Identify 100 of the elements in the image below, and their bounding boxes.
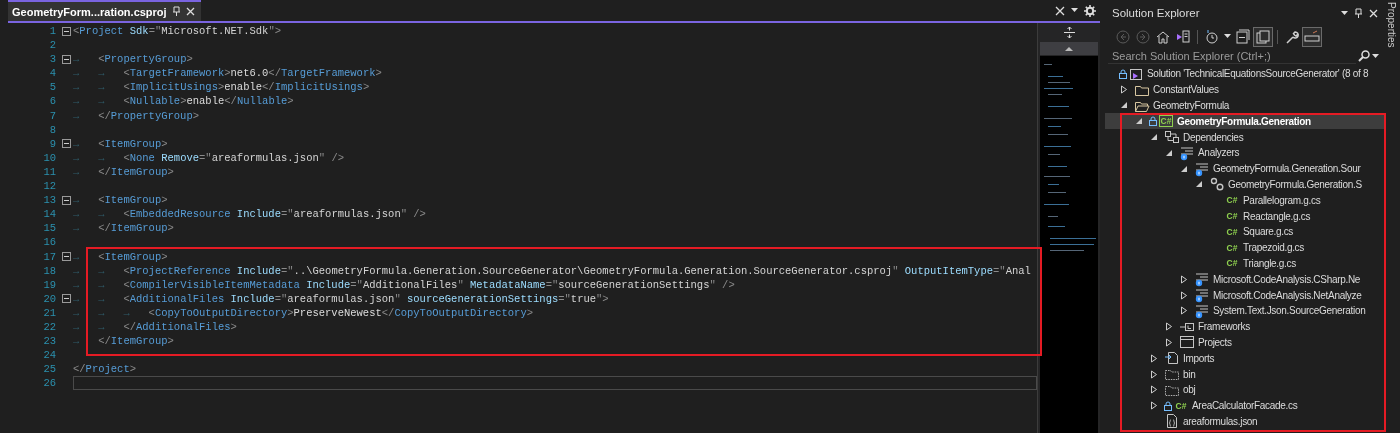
expanded-arrow-icon[interactable] <box>1195 180 1203 189</box>
line-number: 17 <box>42 249 56 264</box>
analyzer-icon <box>1194 287 1210 304</box>
dropdown-caret-icon[interactable] <box>1372 53 1379 59</box>
line-number: 2 <box>48 38 56 53</box>
split-window-icon[interactable] <box>1063 26 1075 38</box>
collapsed-arrow-icon[interactable] <box>1150 353 1158 363</box>
csharp-icon: C# <box>1158 115 1174 128</box>
code-line: → → <TargetFramework>net6.0</TargetFramework> <box>73 66 383 81</box>
csharp-icon: C# <box>1174 400 1188 411</box>
collapse-all-icon[interactable] <box>1234 27 1252 46</box>
properties-tab[interactable]: Properties <box>1386 0 1397 48</box>
tree-item[interactable]: Microsoft.CodeAnalysis.NetAnalyze <box>1105 287 1386 303</box>
expanded-arrow-icon[interactable] <box>1180 164 1188 173</box>
csharp-icon: C# <box>1225 226 1239 237</box>
expanded-arrow-icon[interactable] <box>1120 101 1128 110</box>
expanded-arrow-icon[interactable] <box>1150 133 1158 142</box>
line-number: 19 <box>42 277 56 292</box>
collapsed-arrow-icon[interactable] <box>1150 401 1158 411</box>
tree-item[interactable]: obj <box>1105 381 1386 398</box>
line-number: 8 <box>48 122 56 137</box>
close-icon[interactable] <box>185 7 195 16</box>
line-number: 11 <box>42 164 56 180</box>
collapse-icon[interactable] <box>62 252 71 262</box>
gears-icon <box>1209 176 1225 193</box>
code-line: → </PropertyGroup> <box>73 108 201 123</box>
analyzer-icon <box>1194 302 1210 319</box>
tree-item[interactable]: Solution 'TechnicalEquationsSourceGenerator' (8 of 8 <box>1105 66 1386 82</box>
analyzer-icon <box>1194 160 1210 177</box>
code-line: → </ItemGroup> <box>73 221 175 236</box>
line-number: 7 <box>48 108 56 123</box>
pin-icon[interactable] <box>1354 7 1363 19</box>
collapse-icon[interactable] <box>62 139 71 149</box>
tree-item[interactable]: Dependencies <box>1105 129 1386 145</box>
pin-icon[interactable] <box>171 6 181 17</box>
clock-icon[interactable] <box>1203 27 1221 46</box>
import-file-icon <box>1164 350 1180 367</box>
tree-item[interactable]: GeometryFormula.Generation.Sour <box>1105 160 1386 177</box>
collapse-icon[interactable] <box>62 195 71 205</box>
collapsed-arrow-icon[interactable] <box>1165 337 1173 347</box>
tree-item[interactable]: bin <box>1105 366 1386 382</box>
code-line: → </ItemGroup> <box>73 164 175 180</box>
tree-item[interactable]: GeometryFormula.Generation.S <box>1105 176 1386 193</box>
scroll-up-icon[interactable] <box>1065 46 1073 51</box>
dropdown-caret-icon[interactable] <box>1071 8 1078 13</box>
csharp-icon: C# <box>1225 195 1239 206</box>
show-all-files-icon[interactable] <box>1254 27 1272 46</box>
settings-icon[interactable] <box>1084 4 1096 17</box>
expanded-arrow-icon[interactable] <box>1165 148 1173 157</box>
close-icon[interactable] <box>1055 5 1065 16</box>
analyzer-icon <box>1194 271 1210 288</box>
tree-item[interactable]: Projects <box>1105 334 1386 351</box>
line-number: 3 <box>48 52 56 67</box>
collapsed-arrow-icon[interactable] <box>1150 369 1158 379</box>
line-number: 21 <box>42 305 56 320</box>
tree-item[interactable]: C# Reactangle.g.cs <box>1105 208 1386 224</box>
collapsed-arrow-icon[interactable] <box>1165 322 1173 332</box>
collapse-icon[interactable] <box>62 294 71 304</box>
line-number: 13 <box>42 193 56 208</box>
switch-views-icon[interactable] <box>1174 27 1192 46</box>
tree-item[interactable]: C# Triangle.g.cs <box>1105 255 1386 272</box>
expanded-arrow-icon[interactable] <box>1135 117 1143 126</box>
tree-item[interactable]: Frameworks <box>1105 318 1386 335</box>
tree-item[interactable]: ConstantValues <box>1105 81 1386 98</box>
dropdown-caret-icon[interactable] <box>1223 33 1232 40</box>
tree-item[interactable]: Microsoft.CodeAnalysis.CSharp.Ne <box>1105 271 1386 288</box>
tree-item[interactable]: GeometryFormula <box>1105 97 1386 114</box>
preview-icon[interactable] <box>1303 27 1321 46</box>
code-line: → → <ImplicitUsings>enable</ImplicitUsings> <box>73 80 371 95</box>
close-icon[interactable] <box>1369 8 1378 18</box>
collapsed-arrow-icon[interactable] <box>1150 385 1158 395</box>
collapsed-arrow-icon[interactable] <box>1120 85 1128 95</box>
collapsed-arrow-icon[interactable] <box>1180 306 1188 316</box>
document-tab[interactable]: GeometryForm...ration.csproj <box>8 0 201 21</box>
search-icon[interactable] <box>1358 50 1370 62</box>
tree-item[interactable]: C# Trapezoid.g.cs <box>1105 239 1386 256</box>
code-line: → <ItemGroup> <box>73 136 169 151</box>
tree-item[interactable]: C# Square.g.cs <box>1105 223 1386 240</box>
line-number: 9 <box>48 136 56 151</box>
line-number: 18 <box>42 263 56 278</box>
tree-item[interactable]: Analyzers <box>1105 145 1386 161</box>
collapse-icon[interactable] <box>62 54 71 64</box>
code-line: → → </AdditionalFiles> <box>73 319 238 335</box>
tree-item[interactable]: C# Parallelogram.g.cs <box>1105 192 1386 209</box>
dropdown-caret-icon[interactable] <box>1341 10 1348 16</box>
code-line: → → <Nullable>enable</Nullable> <box>73 94 295 109</box>
tree-item[interactable]: Imports <box>1105 350 1386 367</box>
line-number: 23 <box>42 334 56 349</box>
line-number: 26 <box>42 376 56 391</box>
collapse-icon[interactable] <box>62 26 71 36</box>
code-line: → <ItemGroup> <box>73 249 169 264</box>
code-line: → <PropertyGroup> <box>73 52 194 67</box>
collapsed-arrow-icon[interactable] <box>1180 274 1188 284</box>
tree-item[interactable]: C# AreaCalculatorFacade.cs <box>1105 397 1386 414</box>
tree-item[interactable]: areaformulas.json <box>1105 413 1386 430</box>
line-number: 14 <box>42 207 56 222</box>
collapsed-arrow-icon[interactable] <box>1180 290 1188 300</box>
tree-item[interactable]: System.Text.Json.SourceGeneration <box>1105 302 1386 319</box>
code-line: → → <CompilerVisibleItemMetadata Include="AdditionalFiles" MetadataName="sourceGenerationSettings" /> <box>73 277 736 292</box>
code-line: → → <AdditionalFiles Include="areaformulas.json" sourceGenerationSettings="true"> <box>73 291 610 306</box>
